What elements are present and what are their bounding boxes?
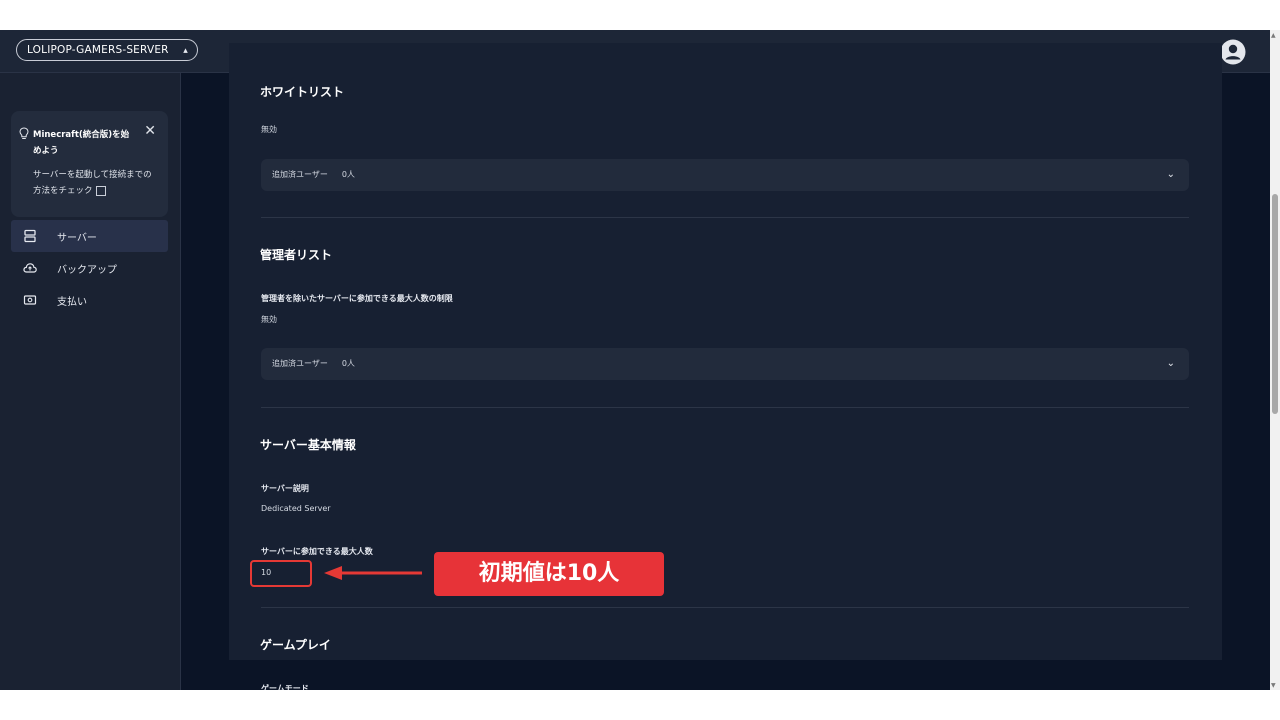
- promo-description[interactable]: サーバーを起動して接続までの方法をチェック: [33, 167, 158, 199]
- accordion-value: 0人: [341, 359, 355, 368]
- scroll-up-arrow-icon[interactable]: ▲: [1271, 32, 1276, 39]
- sidebar-item-label: バックアップ: [57, 264, 117, 276]
- accordion-label: 追加済ユーザー: [272, 359, 328, 368]
- sidebar: Minecraft(統合版)を始めよう ✕ サーバーを起動して接続までの方法をチ…: [0, 73, 181, 690]
- annotation-callout: 初期値は10人: [434, 552, 664, 596]
- section-divider: [261, 407, 1189, 408]
- section-divider: [261, 217, 1189, 218]
- section-divider: [261, 607, 1189, 608]
- getting-started-card[interactable]: Minecraft(統合版)を始めよう ✕ サーバーを起動して接続までの方法をチ…: [11, 111, 168, 217]
- highlight-box: [250, 560, 312, 587]
- user-avatar-icon[interactable]: [1220, 39, 1246, 65]
- server-icon: [24, 229, 36, 243]
- sidebar-item-label: 支払い: [57, 296, 87, 308]
- server-select-label: LOLIPOP-GAMERS-SERVER: [27, 44, 169, 56]
- gameplay-title: ゲームプレイ: [260, 638, 331, 652]
- sidebar-nav: サーバー バックアップ 支払い: [11, 220, 168, 316]
- whitelist-users-accordion[interactable]: 追加済ユーザー 0人 ⌄: [261, 159, 1189, 191]
- external-link-icon: [95, 185, 106, 196]
- server-info-title: サーバー基本情報: [260, 438, 356, 452]
- sidebar-item-server[interactable]: サーバー: [11, 220, 168, 252]
- chevron-down-icon: ⌄: [1166, 169, 1175, 180]
- cloud-backup-icon: [23, 263, 37, 273]
- scroll-down-arrow-icon[interactable]: ▼: [1271, 682, 1276, 689]
- server-select[interactable]: LOLIPOP-GAMERS-SERVER ▴: [16, 39, 198, 61]
- max-players-label: サーバーに参加できる最大人数: [261, 547, 373, 556]
- server-description-label: サーバー説明: [261, 484, 309, 493]
- accordion-label: 追加済ユーザー: [272, 170, 328, 179]
- admin-users-accordion[interactable]: 追加済ユーザー 0人 ⌄: [261, 348, 1189, 380]
- game-mode-label: ゲームモード: [261, 684, 309, 690]
- sidebar-item-backup[interactable]: バックアップ: [11, 252, 168, 284]
- promo-link-text: サーバーを起動して接続までの方法をチェック: [33, 170, 152, 196]
- lightbulb-icon: [19, 127, 29, 139]
- close-icon[interactable]: ✕: [144, 124, 156, 139]
- accordion-value: 0人: [341, 170, 355, 179]
- chevron-down-icon: ⌄: [1166, 358, 1175, 369]
- arrow-left-icon: [324, 566, 422, 580]
- admin-list-title: 管理者リスト: [260, 248, 333, 262]
- server-description-value: Dedicated Server: [261, 504, 331, 513]
- sidebar-item-payment[interactable]: 支払い: [11, 284, 168, 316]
- admin-limit-label: 管理者を除いたサーバーに参加できる最大人数の制限: [261, 294, 453, 303]
- whitelist-title: ホワイトリスト: [260, 85, 345, 99]
- whitelist-status: 無効: [261, 125, 277, 134]
- payment-icon: [23, 295, 37, 305]
- admin-limit-status: 無効: [261, 315, 277, 324]
- sidebar-item-label: サーバー: [57, 232, 97, 244]
- promo-title: Minecraft(統合版)を始めよう: [33, 130, 130, 156]
- scrollbar-thumb[interactable]: [1272, 194, 1278, 414]
- chevron-updown-icon: ▴: [183, 46, 188, 56]
